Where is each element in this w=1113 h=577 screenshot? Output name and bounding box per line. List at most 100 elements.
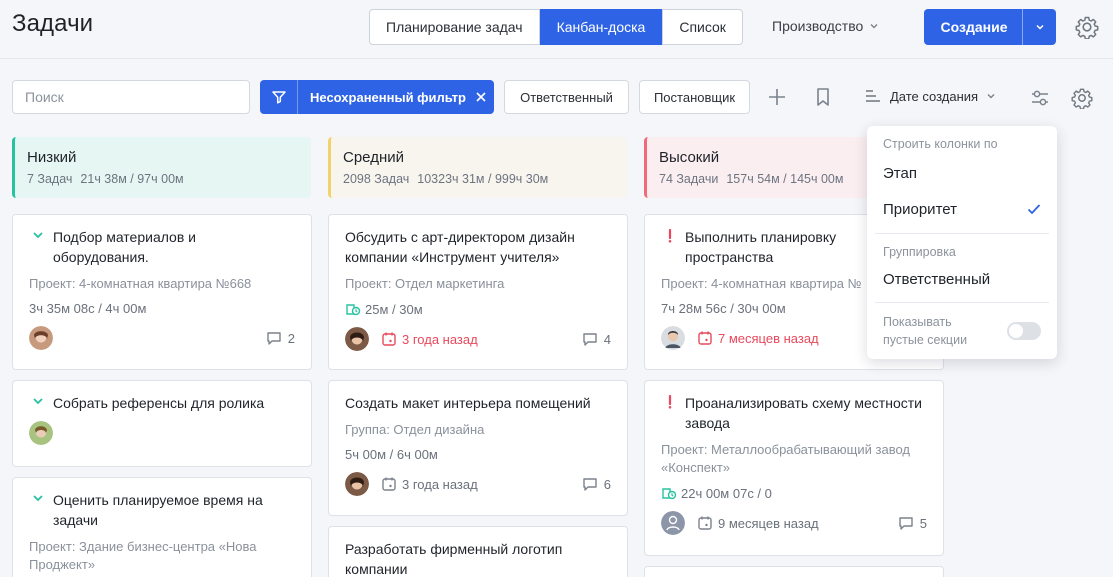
tab-task-planning[interactable]: Планирование задач <box>369 9 540 45</box>
comments-count[interactable]: 5 <box>898 516 927 531</box>
task-card[interactable]: Разработать фирменный логотип компании <box>328 526 628 577</box>
settings-icon[interactable] <box>1075 15 1099 39</box>
dropdown-item-label: Этап <box>883 164 917 182</box>
dropdown-divider <box>875 302 1049 303</box>
calendar-icon <box>698 331 712 345</box>
dropdown-item-priority[interactable]: Приоритет <box>867 191 1057 227</box>
check-icon <box>1027 204 1041 215</box>
dropdown-item-label: Ответственный <box>883 270 991 288</box>
task-project: Проект: Металлообрабатывающий завод «Кон… <box>661 442 910 475</box>
avatar[interactable] <box>345 472 369 496</box>
filter-label: Несохраненный фильтр <box>310 89 466 105</box>
task-title[interactable]: Создать макет интерьера помещений <box>345 393 591 413</box>
due-date-value: 9 месяцев назад <box>718 515 819 531</box>
exclamation-icon <box>668 395 672 409</box>
close-icon[interactable] <box>474 90 488 104</box>
column-count: 2098 Задач <box>343 172 410 186</box>
create-split-toggle[interactable] <box>1022 9 1056 45</box>
comment-count-value: 6 <box>603 476 611 492</box>
column-count: 7 Задач <box>27 172 73 186</box>
search-input[interactable] <box>12 80 250 114</box>
production-menu-label: Производство <box>772 18 864 34</box>
task-card[interactable]: Проанализировать схему местности завода … <box>644 380 944 556</box>
task-card[interactable] <box>644 566 944 577</box>
bookmark-icon[interactable] <box>812 86 834 108</box>
comment-icon <box>583 477 597 491</box>
due-date: 7 месяцев назад <box>697 330 819 346</box>
column-title: Средний <box>343 149 404 166</box>
task-title[interactable]: Обсудить с арт-директором дизайн компани… <box>345 227 611 267</box>
column-time: 10323ч 31м / 999ч 30м <box>417 172 549 186</box>
avatar[interactable] <box>661 511 685 535</box>
filter-funnel-button[interactable] <box>260 80 298 114</box>
settings-icon[interactable] <box>1071 87 1093 109</box>
chevron-down-icon <box>33 398 43 405</box>
avatar[interactable] <box>29 326 53 350</box>
task-card[interactable]: Создать макет интерьера помещений Группа… <box>328 380 628 516</box>
comment-count-value: 2 <box>287 330 295 346</box>
show-empty-sections-row[interactable]: Показывать пустые секции <box>867 313 1057 349</box>
header-divider <box>0 58 1113 59</box>
task-project: Группа: Отдел дизайна <box>345 422 485 437</box>
task-card[interactable]: Обсудить с арт-директором дизайн компани… <box>328 214 628 370</box>
task-title[interactable]: Оценить планируемое время на задачи <box>53 490 295 530</box>
task-time: 22ч 00м 07с / 0 <box>681 485 772 501</box>
task-card[interactable]: Оценить планируемое время на задачи Прое… <box>12 477 312 577</box>
board-settings-dropdown: Строить колонки по Этап Приоритет Группи… <box>867 126 1057 359</box>
task-time: 3ч 35м 08с / 4ч 00м <box>29 301 147 316</box>
task-title[interactable]: Разработать фирменный логотип компании <box>345 539 611 577</box>
show-empty-sections-label: Показывать пустые секции <box>883 315 968 347</box>
task-project: Проект: Здание бизнес-центра «Нова Продж… <box>29 539 257 572</box>
time-icon <box>346 304 361 316</box>
avatar[interactable] <box>29 421 53 445</box>
due-date: 3 года назад <box>381 476 478 492</box>
sliders-icon[interactable] <box>1029 87 1051 109</box>
comments-count[interactable]: 6 <box>582 477 611 492</box>
assignee-filter-button[interactable]: Ответственный <box>504 80 629 114</box>
task-title[interactable]: Проанализировать схему местности завода <box>685 393 927 433</box>
create-button-label: Создание <box>940 19 1008 35</box>
column-header-medium: Средний 2098 Задач 10323ч 31м / 999ч 30м <box>328 137 627 198</box>
chevron-down-icon <box>987 94 995 99</box>
comment-count-value: 5 <box>919 515 927 531</box>
sort-control[interactable]: Дате создания <box>864 88 996 104</box>
production-menu[interactable]: Производство <box>772 18 879 34</box>
avatar[interactable] <box>345 327 369 351</box>
column-title: Низкий <box>27 149 77 166</box>
task-card[interactable]: Собрать референсы для ролика <box>12 380 312 467</box>
sort-label: Дате создания <box>890 88 979 104</box>
column-count: 74 Задачи <box>659 172 719 186</box>
sort-icon <box>866 90 880 102</box>
chevron-down-icon <box>33 232 43 239</box>
plus-icon[interactable] <box>766 86 788 108</box>
view-switcher: Планирование задач Канбан-доска Список <box>369 9 743 45</box>
task-title[interactable]: Подбор материалов и оборудования. <box>53 227 295 267</box>
comment-icon <box>899 516 913 530</box>
tab-list[interactable]: Список <box>662 9 743 45</box>
comments-count[interactable]: 2 <box>266 331 295 346</box>
dropdown-item-label: Приоритет <box>883 200 957 218</box>
dropdown-item-stage[interactable]: Этап <box>867 155 1057 191</box>
create-button[interactable]: Создание <box>924 9 1056 45</box>
task-title[interactable]: Собрать референсы для ролика <box>53 393 264 413</box>
task-project: Проект: Отдел маркетинга <box>345 276 505 291</box>
comments-count[interactable]: 4 <box>582 332 611 347</box>
show-empty-sections-toggle[interactable] <box>1007 322 1041 340</box>
task-card[interactable]: Подбор материалов и оборудования. Проект… <box>12 214 312 370</box>
unsaved-filter-chip[interactable]: Несохраненный фильтр <box>260 80 494 114</box>
tab-kanban[interactable]: Канбан-доска <box>539 9 663 45</box>
calendar-icon <box>698 516 712 530</box>
calendar-icon <box>382 332 396 346</box>
due-date: 9 месяцев назад <box>697 515 819 531</box>
dropdown-item-assignee[interactable]: Ответственный <box>867 261 1057 297</box>
avatar[interactable] <box>661 326 685 350</box>
comment-icon <box>583 332 597 346</box>
chevron-down-icon <box>33 495 43 502</box>
exclamation-icon <box>668 229 672 243</box>
task-time: 25м / 30м <box>365 301 423 317</box>
task-time: 7ч 28м 56с / 30ч 00м <box>661 301 786 316</box>
chevron-down-icon <box>870 24 878 29</box>
author-filter-button[interactable]: Постановщик <box>639 80 750 114</box>
build-columns-label: Строить колонки по <box>883 137 998 151</box>
chevron-down-icon <box>1035 24 1044 30</box>
